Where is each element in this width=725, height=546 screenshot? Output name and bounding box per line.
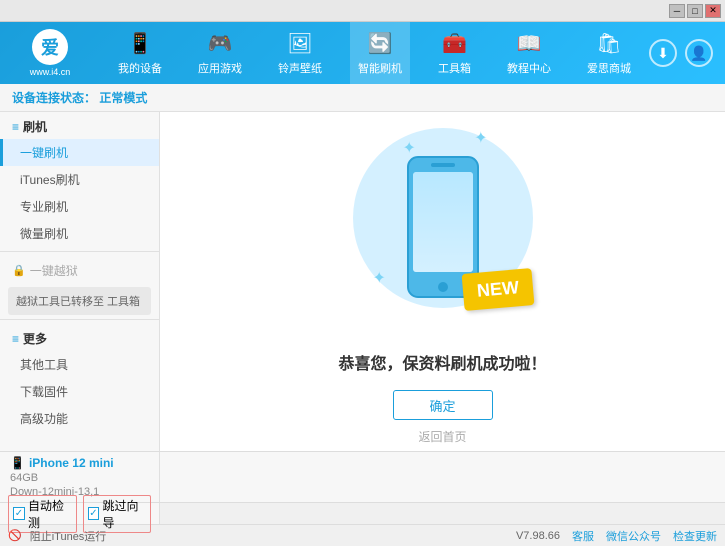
home-link-text: 返回首页 [418,430,466,444]
bottom-left: 🚫 阻止iTunes运行 [8,528,106,544]
restore-button[interactable]: □ [687,4,703,18]
version-label: V7.98.66 [516,530,560,542]
confirm-button-label: 确定 [429,396,455,415]
content-area: ✦ ✦ ✦ [160,112,725,451]
jailbreak-section-label: 一键越狱 [30,262,78,279]
more-icon: ≡ [12,332,19,346]
sidebar-item-other-tools[interactable]: 其他工具 [0,351,159,378]
sidebar-divider-1 [0,251,159,252]
nav-wallpaper[interactable]: 🖼 铃声壁纸 [270,22,330,84]
nav-smart-flash-label: 智能刷机 [358,60,402,76]
nav-apps-label: 应用游戏 [198,60,242,76]
logo-area: 爱 www.i4.cn [0,22,100,84]
sidebar-more-header: ≡ 更多 [0,324,159,351]
header: 爱 www.i4.cn 📱 我的设备 🎮 应用游戏 🖼 铃声壁纸 🔄 智能刷机 … [0,22,725,84]
success-text: 恭喜您，保资料刷机成功啦！ [338,350,546,374]
store-icon: 🛍 [596,31,621,56]
flash-section-icon: ≡ [12,120,19,134]
sidebar-divider-2 [0,319,159,320]
confirm-button[interactable]: 确定 [393,390,493,420]
nav-tutorial-label: 教程中心 [507,60,551,76]
wallpaper-icon: 🖼 [287,31,312,56]
new-badge-text: NEW [476,277,520,301]
apps-icon: 🎮 [208,31,233,56]
support-link[interactable]: 客服 [572,528,594,544]
user-button[interactable]: 👤 [685,39,713,67]
home-link[interactable]: 返回首页 [418,428,466,445]
sidebar-item-ota-flash[interactable]: 微量刷机 [0,220,159,247]
logo-site: www.i4.cn [30,67,71,77]
advanced-label: 高级功能 [20,412,68,426]
sidebar-flash-header: ≡ 刷机 [0,112,159,139]
device-storage: 64GB [10,472,149,484]
wizard-check-label: 跳过向导 [102,497,146,531]
close-button[interactable]: ✕ [705,4,721,18]
pro-flash-label: 专业刷机 [20,200,68,214]
nav-store[interactable]: 🛍 爱思商城 [579,22,639,84]
other-tools-label: 其他工具 [20,358,68,372]
smart-flash-icon: 🔄 [368,31,393,56]
status-value: 正常模式 [99,89,147,106]
flash-section-label: 刷机 [23,118,47,135]
nav-store-label: 爱思商城 [587,60,631,76]
phone-illustration: ✦ ✦ ✦ [343,118,543,338]
auto-check-checkbox[interactable]: ✓ [13,507,25,520]
device-content-area [160,452,725,502]
device-name-text: iPhone 12 mini [29,456,114,470]
auto-check-label: 自动检测 [28,497,72,531]
checkbox-row: ✓ 自动检测 ✓ 跳过向导 [0,502,725,524]
toolbox-icon: 🧰 [442,31,467,56]
logo-char: 爱 [41,34,59,60]
ota-flash-label: 微量刷机 [20,227,68,241]
logo-icon: 爱 [32,29,68,65]
download-firmware-label: 下载固件 [20,385,68,399]
more-section-label: 更多 [23,330,47,347]
checkbox-spacer [160,503,725,524]
nav-tutorial[interactable]: 📖 教程中心 [499,22,559,84]
bottom-right: V7.98.66 客服 微信公众号 检查更新 [516,528,717,544]
wechat-link[interactable]: 微信公众号 [606,528,661,544]
nav-my-device-label: 我的设备 [118,60,162,76]
main-nav: 📱 我的设备 🎮 应用游戏 🖼 铃声壁纸 🔄 智能刷机 🧰 工具箱 📖 教程中心… [100,22,649,84]
sidebar-item-download-firmware[interactable]: 下载固件 [0,378,159,405]
status-bar: 设备连接状态： 正常模式 [0,84,725,112]
nav-wallpaper-label: 铃声壁纸 [278,60,322,76]
sidebar-item-itunes-flash[interactable]: iTunes刷机 [0,166,159,193]
sparkle-icon-3: ✦ [373,268,386,288]
minimize-button[interactable]: ─ [669,4,685,18]
sidebar-item-pro-flash[interactable]: 专业刷机 [0,193,159,220]
sidebar: ≡ 刷机 一键刷机 iTunes刷机 专业刷机 微量刷机 🔒 一键越狱 越狱工具… [0,112,160,451]
lock-icon: 🔒 [12,264,26,277]
itunes-status-icon: 🚫 [8,529,22,542]
wizard-check-checkbox[interactable]: ✓ [88,507,100,520]
sidebar-item-one-click-flash[interactable]: 一键刷机 [0,139,159,166]
checkbox-area: ✓ 自动检测 ✓ 跳过向导 [0,503,160,524]
itunes-flash-label: iTunes刷机 [20,173,80,187]
nav-toolbox-label: 工具箱 [438,60,471,76]
jailbreak-info-box: 越狱工具已转移至 工具箱 [8,287,151,315]
itunes-status-label: 阻止iTunes运行 [30,528,107,544]
jailbreak-info-text: 越狱工具已转移至 工具箱 [16,296,140,308]
my-device-icon: 📱 [128,31,153,56]
check-update-link[interactable]: 检查更新 [673,528,717,544]
sparkle-icon-1: ✦ [403,138,416,158]
nav-my-device[interactable]: 📱 我的设备 [110,22,170,84]
one-click-flash-label: 一键刷机 [20,146,68,160]
nav-apps[interactable]: 🎮 应用游戏 [190,22,250,84]
sidebar-jailbreak-header: 🔒 一键越狱 [0,256,159,283]
title-bar: ─ □ ✕ [0,0,725,22]
tutorial-icon: 📖 [517,31,542,56]
device-icon: 📱 [10,456,25,470]
sparkle-icon-2: ✦ [474,128,487,148]
nav-toolbox[interactable]: 🧰 工具箱 [430,22,479,84]
main-layout: ≡ 刷机 一键刷机 iTunes刷机 专业刷机 微量刷机 🔒 一键越狱 越狱工具… [0,112,725,451]
device-name: 📱 iPhone 12 mini [10,456,149,470]
sidebar-item-advanced[interactable]: 高级功能 [0,405,159,432]
download-button[interactable]: ⬇ [649,39,677,67]
new-badge: NEW [461,268,534,311]
header-actions: ⬇ 👤 [649,39,725,67]
nav-smart-flash[interactable]: 🔄 智能刷机 [350,22,410,84]
status-label: 设备连接状态： [12,89,96,106]
window-controls: ─ □ ✕ [669,4,721,18]
